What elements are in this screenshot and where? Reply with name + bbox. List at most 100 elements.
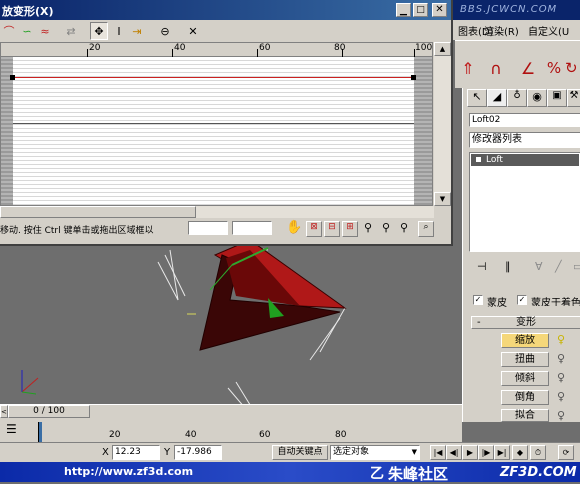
- tab-utilities-icon[interactable]: ⚒: [567, 89, 580, 107]
- bevel-deform-button[interactable]: 倒角: [501, 390, 549, 405]
- close-button[interactable]: ✕: [432, 3, 447, 17]
- selection-tool-icon[interactable]: ⇑: [457, 59, 479, 81]
- modifier-list-dropdown[interactable]: 修改器列表: [469, 132, 580, 148]
- time-slider-prev[interactable]: <: [0, 405, 8, 418]
- zoom-horizontal-icon[interactable]: ⚲: [364, 221, 372, 234]
- angle-snap-icon[interactable]: ∠: [517, 59, 539, 81]
- deform-rollout-header[interactable]: - 变形: [471, 316, 580, 329]
- minimize-button[interactable]: ▁: [396, 3, 411, 17]
- prev-frame-icon[interactable]: ◀|: [446, 445, 462, 460]
- zoom-extents-icon[interactable]: ⊠: [306, 221, 322, 237]
- insert-corner-point-icon[interactable]: ⇥: [128, 22, 146, 40]
- tab-modify-icon[interactable]: ◢: [487, 89, 507, 107]
- zoom-region-icon[interactable]: ⌕: [418, 221, 434, 237]
- scale-control-point-icon[interactable]: I: [110, 22, 128, 40]
- time-slider-thumb[interactable]: 0 / 100: [8, 405, 90, 418]
- remove-modifier-icon[interactable]: ╱: [555, 260, 562, 273]
- configure-sets-icon[interactable]: ▭: [573, 260, 580, 273]
- skin-checkbox[interactable]: ✓ 蒙皮: [473, 294, 523, 309]
- fit-deform-label: 拟合: [515, 410, 535, 421]
- point-x-field[interactable]: [188, 221, 228, 235]
- graph-horizontal-scrollbar[interactable]: [0, 206, 434, 218]
- track-tick-40: 40: [185, 430, 197, 440]
- scroll-down-arrow[interactable]: ▼: [434, 192, 451, 206]
- zoom-vertical-icon[interactable]: ⚲: [382, 221, 390, 234]
- scale-curve[interactable]: [13, 77, 414, 78]
- make-symmetrical-icon[interactable]: ∽: [18, 22, 36, 40]
- twist-deform-button[interactable]: 扭曲: [501, 352, 549, 367]
- spinner-snap-icon[interactable]: ↻: [565, 59, 580, 81]
- show-end-result-icon[interactable]: ∥: [505, 260, 511, 273]
- zoom-vertical-extents-icon[interactable]: ⊞: [342, 221, 358, 237]
- stack-item-bullet-icon: [476, 156, 481, 162]
- go-to-start-icon[interactable]: |◀: [430, 445, 446, 460]
- pan-hand-icon[interactable]: ✋: [286, 220, 302, 235]
- track-bar[interactable]: ☰ 20 40 60 80: [0, 418, 462, 442]
- percent-snap-icon[interactable]: %: [543, 59, 565, 81]
- selection-dropdown[interactable]: 选定对象 ▼: [330, 445, 420, 460]
- teeter-deform-button[interactable]: 倾斜: [501, 371, 549, 386]
- ruler-tick-80: 80: [334, 43, 346, 53]
- y-coord-field[interactable]: -17.986: [174, 445, 222, 460]
- key-mode-icon[interactable]: ◆: [512, 445, 528, 460]
- footer-url[interactable]: http://www.zf3d.com: [64, 465, 193, 478]
- stack-item-loft[interactable]: Loft: [471, 154, 579, 166]
- zoom-horizontal-extents-icon[interactable]: ⊟: [324, 221, 340, 237]
- go-to-end-icon[interactable]: ▶|: [494, 445, 510, 460]
- dialog-title-bar[interactable]: 放变形(X) ▁ □ ✕: [0, 0, 451, 20]
- x-coord-value: 12.23: [115, 447, 141, 457]
- zoom-icon[interactable]: ⚲: [400, 221, 408, 234]
- display-x-axis-icon[interactable]: ≈: [36, 22, 54, 40]
- bevel-bulb-icon[interactable]: ♀: [557, 390, 565, 403]
- curve-edit-icon[interactable]: ⌒: [0, 22, 18, 40]
- teeter-bulb-icon[interactable]: ♀: [557, 371, 565, 384]
- scale-bulb-icon[interactable]: ♀: [557, 333, 565, 346]
- menu-item-customize[interactable]: 自定义(U: [528, 23, 569, 38]
- magnet-snap-icon[interactable]: ∩: [485, 59, 507, 81]
- orbit-icon[interactable]: ⟳: [558, 445, 574, 460]
- time-config-icon[interactable]: ⏱: [530, 445, 546, 460]
- track-bar-menu-icon[interactable]: ☰: [6, 422, 17, 436]
- dialog-title: 放变形(X): [2, 5, 54, 18]
- tab-display-icon[interactable]: ▣: [547, 89, 567, 107]
- graph-vertical-scrollbar[interactable]: ▲ ▼: [434, 42, 451, 206]
- skin-shading-checkbox-box[interactable]: ✓: [517, 295, 527, 305]
- modifier-stack[interactable]: Loft: [469, 152, 580, 252]
- reset-curve-icon[interactable]: ✕: [184, 22, 202, 40]
- play-icon[interactable]: ▶: [462, 445, 478, 460]
- bbs-watermark: BBS.JCWCN.COM: [460, 4, 558, 15]
- horizontal-scroll-thumb[interactable]: [0, 206, 196, 218]
- perspective-viewport[interactable]: [0, 238, 462, 408]
- menu-item-render[interactable]: 渲染(R): [484, 23, 519, 38]
- point-y-field[interactable]: [232, 221, 272, 235]
- skin-shading-checkbox[interactable]: ✓ 蒙皮于着色视: [517, 294, 580, 306]
- tab-create-icon[interactable]: ↖: [467, 89, 487, 107]
- x-coord-field[interactable]: 12.23: [112, 445, 160, 460]
- tab-hierarchy-icon[interactable]: ♁: [507, 89, 527, 107]
- control-point-start[interactable]: [10, 75, 15, 80]
- frame-counter: 0 / 100: [33, 406, 65, 416]
- tab-motion-icon[interactable]: ◉: [527, 89, 547, 107]
- footer-banner: http://www.zf3d.com 乙 朱峰社区 ZF3D.COM: [0, 462, 580, 483]
- fit-deform-button[interactable]: 拟合: [501, 409, 549, 422]
- auto-key-button[interactable]: 自动关键点: [272, 445, 328, 460]
- object-name-field[interactable]: Loft02: [469, 113, 580, 127]
- scale-deform-button[interactable]: 缩放: [501, 333, 549, 348]
- maximize-button[interactable]: □: [413, 3, 428, 17]
- delete-control-point-icon[interactable]: ⊖: [156, 22, 174, 40]
- graph-area[interactable]: 20 40 60 80 100: [0, 42, 433, 206]
- control-point-end[interactable]: [411, 75, 416, 80]
- make-unique-icon[interactable]: ∀: [535, 260, 543, 273]
- time-slider[interactable]: < 0 / 100: [0, 404, 462, 418]
- pin-stack-icon[interactable]: ⊣: [477, 260, 487, 273]
- scroll-up-arrow[interactable]: ▲: [434, 42, 451, 56]
- move-control-point-icon[interactable]: ✥: [90, 22, 108, 40]
- status-text: 移动. 按住 Ctrl 键单击或拖出区域框以: [0, 226, 154, 236]
- skin-checkbox-box[interactable]: ✓: [473, 295, 483, 305]
- ruler-tick-100: 100: [415, 43, 433, 53]
- next-frame-icon[interactable]: |▶: [478, 445, 494, 460]
- fit-bulb-icon[interactable]: ♀: [557, 409, 565, 422]
- track-tick-20: 20: [109, 430, 121, 440]
- swap-curves-icon[interactable]: ⇄: [62, 22, 80, 40]
- twist-bulb-icon[interactable]: ♀: [557, 352, 565, 365]
